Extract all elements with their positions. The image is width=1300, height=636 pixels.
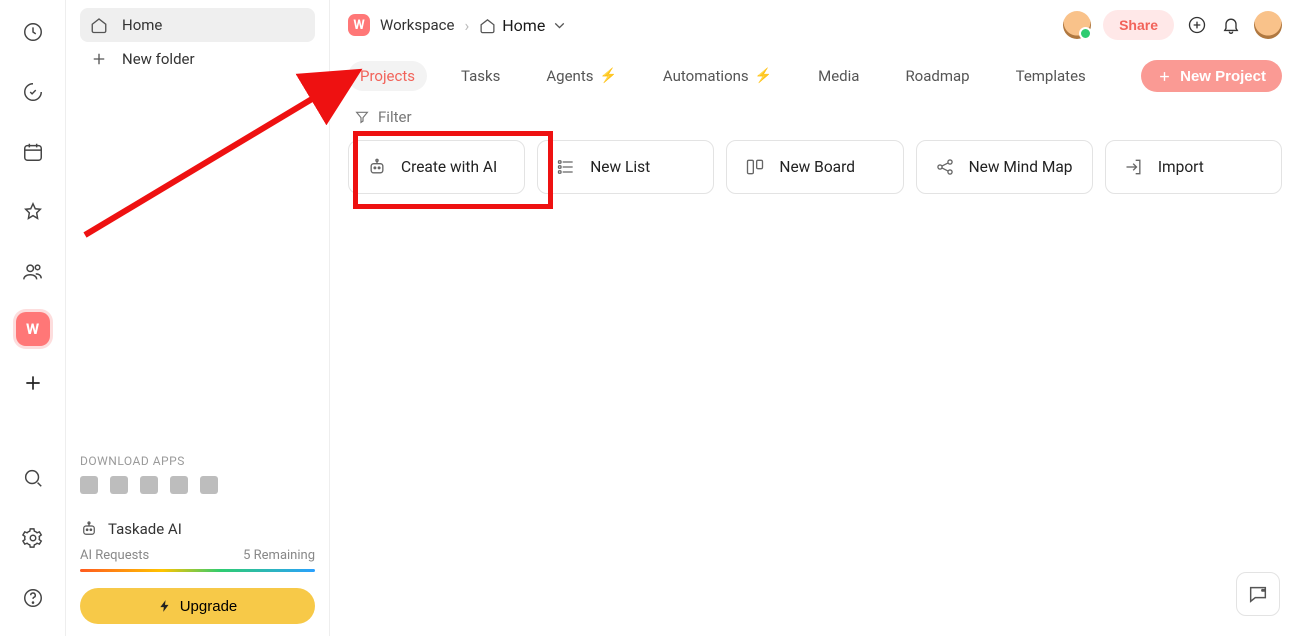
- create-cards-row: Create with AI New List New Board New Mi…: [348, 140, 1282, 194]
- list-icon: [556, 157, 576, 177]
- windows-icon[interactable]: [140, 476, 158, 494]
- workspace-badge[interactable]: W: [16, 312, 50, 346]
- sidebar-item-label: New folder: [122, 50, 195, 68]
- bolt-icon: ⚡: [755, 68, 772, 84]
- home-icon: [479, 17, 496, 34]
- plus-icon: [1157, 69, 1172, 84]
- star-icon[interactable]: [13, 192, 53, 232]
- filter-icon: [354, 109, 370, 125]
- calendar-icon[interactable]: [13, 132, 53, 172]
- breadcrumb-workspace[interactable]: Workspace: [380, 16, 454, 34]
- add-button[interactable]: [1186, 14, 1208, 36]
- taskade-ai-link[interactable]: Taskade AI: [80, 520, 315, 538]
- chat-fab[interactable]: [1236, 572, 1280, 616]
- main-area: W Workspace › Home Share Projects Tasks …: [330, 0, 1300, 636]
- add-workspace-button[interactable]: [16, 366, 50, 400]
- import-icon: [1124, 157, 1144, 177]
- sidebar-item-home[interactable]: Home: [80, 8, 315, 42]
- tab-templates[interactable]: Templates: [1004, 61, 1098, 91]
- workspace-chip[interactable]: W: [348, 14, 370, 36]
- people-icon[interactable]: [13, 252, 53, 292]
- breadcrumb-home[interactable]: Home: [479, 16, 568, 35]
- sidebar-item-new-folder[interactable]: New folder: [80, 42, 315, 76]
- tab-media[interactable]: Media: [806, 61, 871, 91]
- apple-icon[interactable]: [80, 476, 98, 494]
- tab-roadmap[interactable]: Roadmap: [893, 61, 981, 91]
- download-apps-label: DOWNLOAD APPS: [80, 454, 315, 468]
- ai-requests-remaining: 5 Remaining: [243, 548, 315, 563]
- chat-icon: [1247, 583, 1269, 605]
- upgrade-button[interactable]: Upgrade: [80, 588, 315, 624]
- tab-agents[interactable]: Agents⚡: [534, 61, 629, 91]
- view-tabs: Projects Tasks Agents⚡ Automations⚡ Medi…: [348, 60, 1282, 92]
- share-button[interactable]: Share: [1103, 10, 1174, 40]
- card-new-mindmap[interactable]: New Mind Map: [916, 140, 1093, 194]
- home-icon: [90, 16, 108, 34]
- card-new-board[interactable]: New Board: [726, 140, 903, 194]
- top-bar: W Workspace › Home Share: [348, 10, 1282, 40]
- settings-icon[interactable]: [13, 518, 53, 558]
- new-project-button[interactable]: New Project: [1141, 60, 1282, 92]
- progress-icon[interactable]: [13, 72, 53, 112]
- ai-requests-label: AI Requests: [80, 548, 149, 563]
- icon-rail: W: [0, 0, 66, 636]
- appstore-icon[interactable]: [170, 476, 188, 494]
- board-icon: [745, 157, 765, 177]
- bolt-icon: ⚡: [599, 68, 616, 84]
- card-create-with-ai[interactable]: Create with AI: [348, 140, 525, 194]
- chevron-right-icon: ›: [464, 16, 469, 35]
- filter-button[interactable]: Filter: [354, 108, 412, 126]
- ai-usage-meter: [80, 569, 315, 572]
- android-icon[interactable]: [200, 476, 218, 494]
- search-icon[interactable]: [13, 458, 53, 498]
- card-new-list[interactable]: New List: [537, 140, 714, 194]
- mindmap-icon: [935, 157, 955, 177]
- help-icon[interactable]: [13, 578, 53, 618]
- download-apps-icons: [80, 476, 315, 494]
- tab-projects[interactable]: Projects: [348, 61, 427, 91]
- notifications-icon[interactable]: [1220, 14, 1242, 36]
- presence-avatar[interactable]: [1063, 11, 1091, 39]
- tab-automations[interactable]: Automations⚡: [651, 61, 784, 91]
- recent-icon[interactable]: [13, 12, 53, 52]
- chrome-icon[interactable]: [110, 476, 128, 494]
- user-avatar[interactable]: [1254, 11, 1282, 39]
- bolt-icon: [158, 599, 172, 613]
- tab-tasks[interactable]: Tasks: [449, 61, 512, 91]
- card-import[interactable]: Import: [1105, 140, 1282, 194]
- chevron-down-icon: [551, 17, 568, 34]
- sidebar: Home New folder DOWNLOAD APPS Taskade AI…: [66, 0, 330, 636]
- robot-icon: [367, 157, 387, 177]
- robot-icon: [80, 520, 98, 538]
- sidebar-item-label: Home: [122, 16, 162, 34]
- ai-requests-row: AI Requests 5 Remaining: [80, 548, 315, 563]
- plus-icon: [90, 50, 108, 68]
